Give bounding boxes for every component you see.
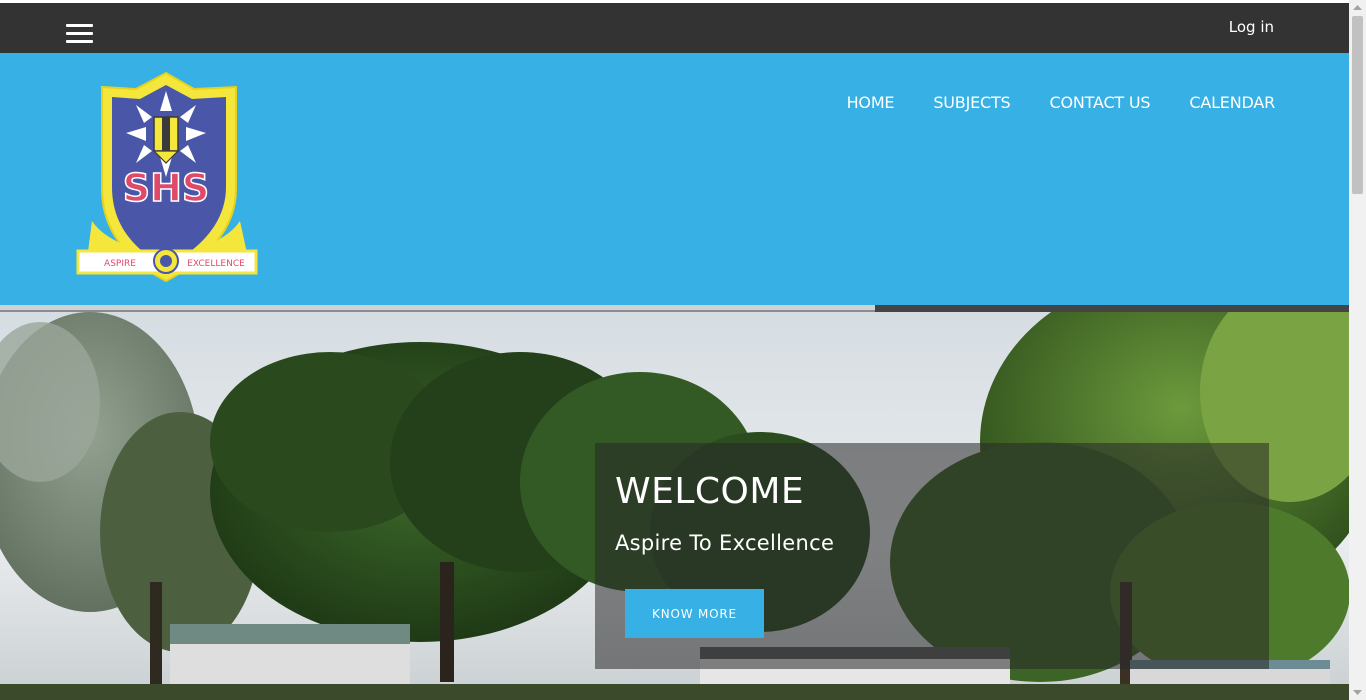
main-nav: HOME SUBJECTS CONTACT US CALENDAR [847,93,1276,112]
nav-contact-us[interactable]: CONTACT US [1050,93,1151,112]
scrollbar-thumb[interactable] [1352,16,1363,194]
site-header: SHS ASPIRE EXCELLENCE HOME SUBJECTS CONT… [0,53,1349,305]
hamburger-menu-icon[interactable] [66,24,93,46]
logo-letters: SHS [123,166,210,210]
top-bar: Log in [0,3,1349,53]
nav-subjects[interactable]: SUBJECTS [933,93,1010,112]
nav-home[interactable]: HOME [847,93,895,112]
slider-progress-bar [0,305,875,312]
school-crest-logo[interactable]: SHS ASPIRE EXCELLENCE [74,71,260,285]
motto-right: EXCELLENCE [187,259,245,269]
hero-slider: WELCOME Aspire To Excellence KNOW MORE [0,312,1349,700]
hero-caption: WELCOME Aspire To Excellence KNOW MORE [595,443,1269,669]
hero-title: WELCOME [615,471,805,512]
hero-subtitle: Aspire To Excellence [615,531,835,555]
login-link[interactable]: Log in [1229,18,1274,36]
nav-calendar[interactable]: CALENDAR [1189,93,1275,112]
motto-left: ASPIRE [104,259,136,269]
know-more-button[interactable]: KNOW MORE [625,589,764,638]
